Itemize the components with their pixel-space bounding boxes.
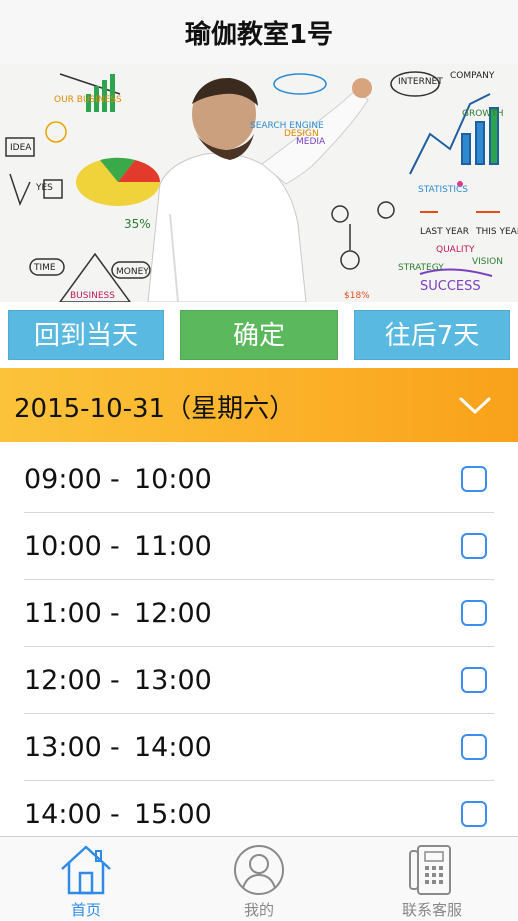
slot-dash: - — [110, 799, 120, 830]
slot-start: 14:00 — [24, 799, 102, 830]
slot-checkbox[interactable] — [461, 801, 487, 827]
confirm-button[interactable]: 确定 — [180, 310, 338, 360]
slot-dash: - — [110, 598, 120, 629]
slot-dash: - — [110, 732, 120, 763]
svg-text:OUR BUSINESS: OUR BUSINESS — [54, 95, 122, 105]
time-slot-row[interactable]: 11:00 - 12:00 — [0, 580, 518, 647]
slot-end: 10:00 — [134, 464, 212, 495]
svg-text:THIS YEAR: THIS YEAR — [475, 227, 518, 237]
svg-text:MONEY: MONEY — [116, 267, 149, 277]
tab-me-label: 我的 — [243, 901, 274, 919]
slot-checkbox[interactable] — [461, 533, 487, 559]
slot-dash: - — [110, 531, 120, 562]
svg-text:MEDIA: MEDIA — [296, 137, 326, 147]
tab-contact-label: 联系客服 — [401, 901, 462, 919]
slot-end: 14:00 — [134, 732, 212, 763]
action-buttons: 回到当天 确定 往后7天 — [0, 302, 518, 368]
slot-checkbox[interactable] — [461, 600, 487, 626]
svg-text:GROWTH: GROWTH — [462, 109, 503, 119]
svg-text:SUCCESS: SUCCESS — [420, 279, 481, 294]
home-icon — [61, 845, 111, 895]
selected-date: 2015-10-31（星期六） — [14, 394, 296, 424]
date-selector[interactable]: 2015-10-31（星期六） — [0, 368, 518, 442]
svg-text:TIME: TIME — [33, 263, 56, 273]
svg-text:$18%: $18% — [344, 291, 370, 301]
slot-dash: - — [110, 464, 120, 495]
svg-text:STATISTICS: STATISTICS — [418, 185, 468, 195]
svg-text:VISION: VISION — [472, 257, 503, 267]
banner-image: OUR BUSINESS IDEA YES TIME MONEY BUSINES… — [0, 64, 518, 302]
svg-text:IDEA: IDEA — [10, 143, 32, 153]
time-slot-row[interactable]: 14:00 - 15:00 — [0, 781, 518, 836]
svg-text:YES: YES — [35, 183, 53, 193]
slot-end: 11:00 — [134, 531, 212, 562]
svg-text:LAST YEAR: LAST YEAR — [420, 227, 469, 237]
next-7-days-button[interactable]: 往后7天 — [354, 310, 510, 360]
slot-start: 09:00 — [24, 464, 102, 495]
time-slot-list: 09:00 - 10:00 10:00 - 11:00 11:00 - 12:0… — [0, 442, 518, 836]
svg-text:35%: 35% — [124, 217, 151, 231]
time-slot-row[interactable]: 12:00 - 13:00 — [0, 647, 518, 714]
tab-home[interactable]: 首页 — [0, 837, 172, 921]
svg-text:STRATEGY: STRATEGY — [398, 263, 444, 273]
page-title: 瑜伽教室1号 — [184, 20, 334, 50]
slot-start: 10:00 — [24, 531, 102, 562]
slot-dash: - — [110, 665, 120, 696]
tab-contact[interactable]: 联系客服 — [346, 837, 518, 921]
phone-icon — [409, 845, 451, 895]
slot-end: 12:00 — [134, 598, 212, 629]
time-slot-row[interactable]: 10:00 - 11:00 — [0, 513, 518, 580]
svg-text:BUSINESS: BUSINESS — [70, 291, 115, 301]
slot-start: 13:00 — [24, 732, 102, 763]
chevron-down-icon[interactable] — [458, 390, 492, 420]
slot-start: 12:00 — [24, 665, 102, 696]
today-button[interactable]: 回到当天 — [8, 310, 164, 360]
slot-start: 11:00 — [24, 598, 102, 629]
time-slot-row[interactable]: 09:00 - 10:00 — [0, 446, 518, 513]
slot-checkbox[interactable] — [461, 667, 487, 693]
slot-end: 15:00 — [134, 799, 212, 830]
slot-checkbox[interactable] — [461, 466, 487, 492]
nav-bar: 瑜伽教室1号 — [0, 0, 518, 64]
tab-home-label: 首页 — [70, 901, 101, 919]
slot-checkbox[interactable] — [461, 734, 487, 760]
svg-text:QUALITY: QUALITY — [436, 245, 475, 255]
slot-end: 13:00 — [134, 665, 212, 696]
svg-text:COMPANY: COMPANY — [450, 71, 495, 81]
user-icon — [234, 845, 284, 895]
tab-me[interactable]: 我的 — [173, 837, 345, 921]
time-slot-row[interactable]: 13:00 - 14:00 — [0, 714, 518, 781]
tab-bar: 首页 我的 联系客服 — [0, 836, 518, 920]
svg-text:INTERNET: INTERNET — [398, 77, 443, 87]
business-sketch-illustration: OUR BUSINESS IDEA YES TIME MONEY BUSINES… — [0, 64, 518, 302]
